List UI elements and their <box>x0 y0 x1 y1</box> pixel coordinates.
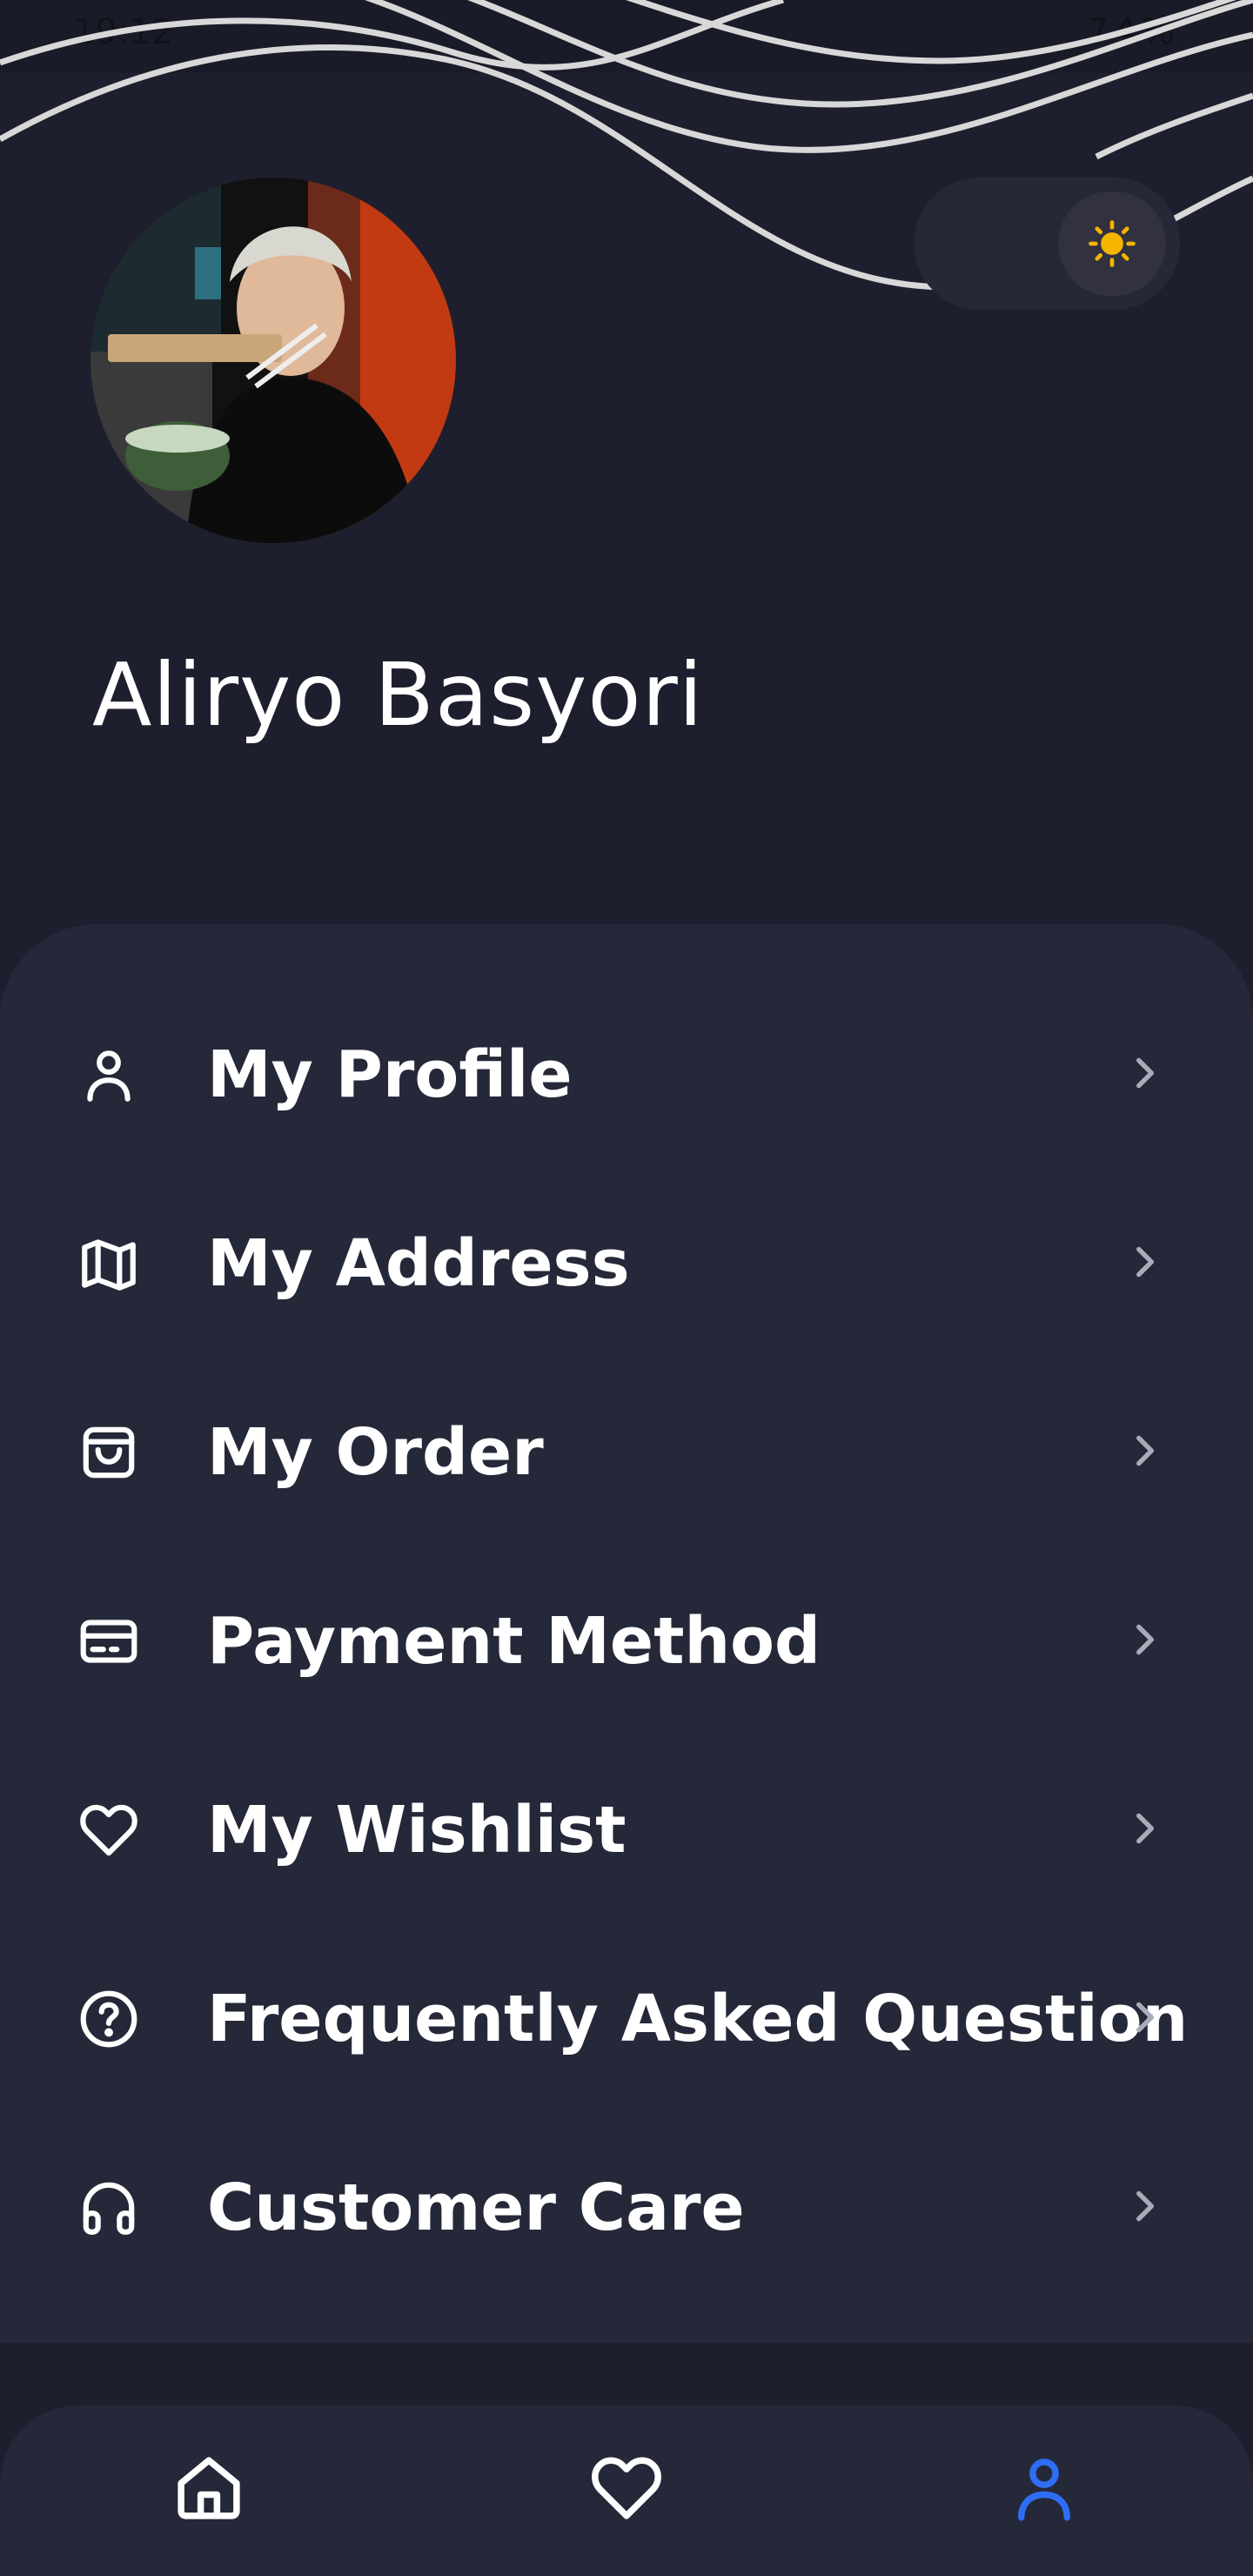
chevron-right-icon <box>1136 1435 1155 1466</box>
bottom-navigation <box>0 2405 1253 2576</box>
menu-item-my-address[interactable]: My Address <box>0 1195 1253 1325</box>
heart-icon <box>592 2457 661 2519</box>
menu-label: My Profile <box>207 1037 573 1112</box>
nav-wishlist-button[interactable] <box>587 2449 666 2527</box>
user-name: Aliryo Basyori <box>92 644 704 746</box>
nav-profile-button[interactable] <box>1005 2449 1083 2527</box>
menu-label: My Address <box>207 1226 630 1301</box>
menu-label: Customer Care <box>207 2170 745 2245</box>
menu-label: Frequently Asked Question <box>207 1982 1189 2056</box>
headphones-icon <box>83 2182 135 2235</box>
menu-item-payment-method[interactable]: Payment Method <box>0 1573 1253 1703</box>
help-circle-icon <box>80 1990 137 2048</box>
map-icon <box>82 1239 136 1291</box>
user-icon <box>87 1050 131 1102</box>
menu-item-faq[interactable]: Frequently Asked Question <box>0 1950 1253 2081</box>
chevron-right-icon <box>1136 1057 1155 1089</box>
theme-toggle-knob[interactable] <box>1058 191 1166 296</box>
chevron-right-icon <box>1136 2190 1155 2222</box>
menu-item-my-profile[interactable]: My Profile <box>0 1006 1253 1137</box>
avatar-photo <box>90 178 456 543</box>
menu-label: My Order <box>207 1415 544 1490</box>
sun-icon <box>1089 220 1136 267</box>
chevron-right-icon <box>1136 2002 1155 2033</box>
avatar[interactable] <box>90 178 456 543</box>
chevron-right-icon <box>1136 1246 1155 1278</box>
theme-toggle[interactable] <box>914 178 1180 310</box>
nav-home-button[interactable] <box>170 2449 248 2527</box>
menu-label: My Wishlist <box>207 1793 626 1868</box>
chevron-right-icon <box>1136 1624 1155 1655</box>
user-icon <box>1018 2459 1070 2521</box>
menu-item-customer-care[interactable]: Customer Care <box>0 2139 1253 2270</box>
menu-label: Payment Method <box>207 1604 821 1679</box>
menu-item-my-order[interactable]: My Order <box>0 1384 1253 1514</box>
shopping-bag-icon <box>83 1426 135 1479</box>
home-icon <box>178 2457 240 2519</box>
credit-card-icon <box>80 1620 137 1663</box>
heart-icon <box>80 1804 137 1856</box>
chevron-right-icon <box>1136 1813 1155 1844</box>
menu-item-my-wishlist[interactable]: My Wishlist <box>0 1761 1253 1892</box>
